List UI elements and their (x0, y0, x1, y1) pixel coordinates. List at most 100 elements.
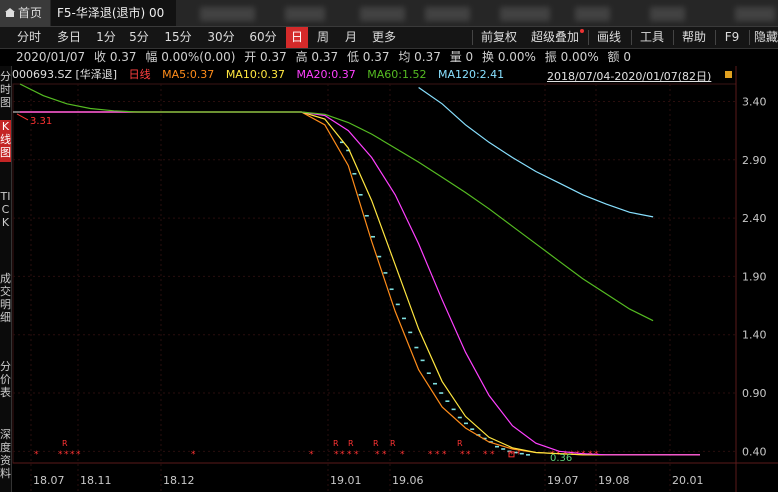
period-multiday[interactable]: 多日 (52, 27, 86, 48)
event-star: * (76, 450, 81, 460)
blurred-tab[interactable] (575, 7, 610, 21)
event-star: * (64, 450, 69, 460)
chart-grid (12, 66, 778, 492)
y-tick-label: 0.40 (742, 445, 767, 458)
y-tick-label: 2.90 (742, 154, 767, 167)
tab-bar: 首页 F5-华泽退(退市) 00 (0, 0, 778, 27)
separator (673, 30, 674, 45)
ma-line-ma60 (19, 83, 654, 322)
event-star: * (428, 450, 433, 460)
separator (749, 30, 750, 45)
quote-change: 幅 0.00%(0.00) (145, 50, 236, 64)
ma-lines (13, 83, 700, 456)
period-60min[interactable]: 60分 (245, 27, 281, 48)
candles (340, 141, 530, 458)
stock-tab[interactable]: F5-华泽退(退市) 00 (51, 0, 176, 26)
date-range[interactable]: 2018/07/04-2020/01/07(82日) (547, 68, 711, 84)
quote-avg: 均 0.37 (398, 50, 441, 64)
ma10-value: MA10:0.37 (225, 68, 286, 81)
event-star: * (340, 450, 345, 460)
blurred-tab[interactable] (650, 7, 685, 21)
quote-high: 高 0.37 (295, 50, 339, 64)
max-price-pointer (16, 113, 29, 121)
x-tick-label: 18.12 (163, 474, 195, 487)
period-weekly[interactable]: 周 (312, 27, 334, 48)
ma-line-ma10 (20, 111, 700, 456)
event-star: * (460, 450, 465, 460)
ma-line-ma5 (20, 111, 700, 456)
event-star: * (70, 450, 75, 460)
quote-amplitude: 振 0.00% (544, 50, 599, 64)
quote-close: 收 0.37 (94, 50, 137, 64)
event-star: * (442, 450, 447, 460)
stock-code: 000693.SZ [华泽退] (12, 68, 118, 81)
home-icon (5, 8, 15, 17)
period-1min[interactable]: 1分 (92, 27, 120, 48)
period-toolbar: 分时 多日 1分 5分 15分 30分 60分 日 周 月 更多 前复权 超级叠… (0, 27, 778, 49)
separator (472, 30, 473, 45)
chart-labels: 3.40 2.90 2.40 1.90 1.40 0.90 0.40 18.07 18.11 18… (16, 95, 767, 487)
blurred-tab[interactable] (360, 7, 405, 21)
quote-open: 开 0.37 (244, 50, 287, 64)
event-star: * (309, 450, 314, 460)
period-15min[interactable]: 15分 (160, 27, 196, 48)
period-monthly[interactable]: 月 (340, 27, 362, 48)
event-star: * (34, 450, 39, 460)
event-r: R (390, 439, 396, 448)
ma-line-ma120 (418, 87, 654, 218)
period-daily[interactable]: 日 (286, 27, 308, 48)
draw-line-button[interactable]: 画线 (593, 27, 625, 48)
blurred-tab[interactable] (425, 7, 470, 21)
blurred-tab[interactable] (735, 7, 775, 21)
min-price-label: 0.36 (550, 453, 572, 464)
separator (631, 30, 632, 45)
period-label: 日线 (128, 68, 151, 81)
home-tab-label: 首页 (18, 6, 43, 20)
blurred-tab[interactable] (285, 7, 325, 21)
lock-icon[interactable] (725, 71, 732, 78)
event-star: * (382, 450, 387, 460)
ma20-value: MA20:0.37 (296, 68, 356, 81)
f9-button[interactable]: F9 (721, 27, 743, 48)
quote-date: 2020/01/07 (16, 50, 86, 64)
hide-button[interactable]: 隐藏 (754, 27, 778, 48)
event-r: R (333, 439, 339, 448)
help-button[interactable]: 帮助 (678, 27, 710, 48)
ma-header: 000693.SZ [华泽退] 日线 MA5:0.37 MA10:0.37 MA… (12, 67, 512, 82)
super-overlay-label: 超级叠加 (530, 30, 579, 44)
home-tab[interactable]: 首页 (0, 0, 50, 26)
y-tick-label: 1.90 (742, 270, 767, 283)
blurred-tab[interactable] (200, 7, 255, 21)
x-tick-label: 19.08 (598, 474, 630, 487)
adjust-forward-button[interactable]: 前复权 (478, 27, 520, 48)
ma120-value: MA120:2.41 (437, 68, 505, 81)
x-tick-label: 19.07 (547, 474, 579, 487)
event-star: * (347, 450, 352, 460)
ma5-value: MA5:0.37 (162, 68, 215, 81)
period-more[interactable]: 更多 (368, 27, 400, 48)
event-star: * (375, 450, 380, 460)
tools-button[interactable]: 工具 (636, 27, 668, 48)
period-intraday[interactable]: 分时 (12, 27, 46, 48)
ma60-value: MA60:1.52 (367, 68, 427, 81)
y-tick-label: 0.90 (742, 387, 767, 400)
notification-dot (580, 29, 584, 33)
plot-frame (12, 83, 737, 464)
quote-low: 低 0.37 (346, 50, 390, 64)
stock-tab-label: F5-华泽退(退市) 00 (57, 6, 165, 20)
y-tick-label: 2.40 (742, 212, 767, 225)
period-30min[interactable]: 30分 (203, 27, 239, 48)
separator (715, 30, 716, 45)
quote-turnover: 换 0.00% (482, 50, 536, 64)
kline-chart[interactable]: * * * * * * * * * * * * * * * * * * * * * * * * * * * * * * *R R R R R R 3.… (0, 66, 778, 492)
super-overlay-button[interactable]: 超级叠加 (527, 27, 584, 48)
x-tick-label: 20.01 (672, 474, 704, 487)
max-price-label: 3.31 (30, 116, 52, 127)
event-r: R (62, 439, 68, 448)
event-star: * (490, 450, 495, 460)
blurred-tab[interactable] (500, 7, 550, 21)
x-tick-label: 18.11 (80, 474, 112, 487)
period-5min[interactable]: 5分 (125, 27, 153, 48)
event-star: * (191, 450, 196, 460)
event-star: * (435, 450, 440, 460)
